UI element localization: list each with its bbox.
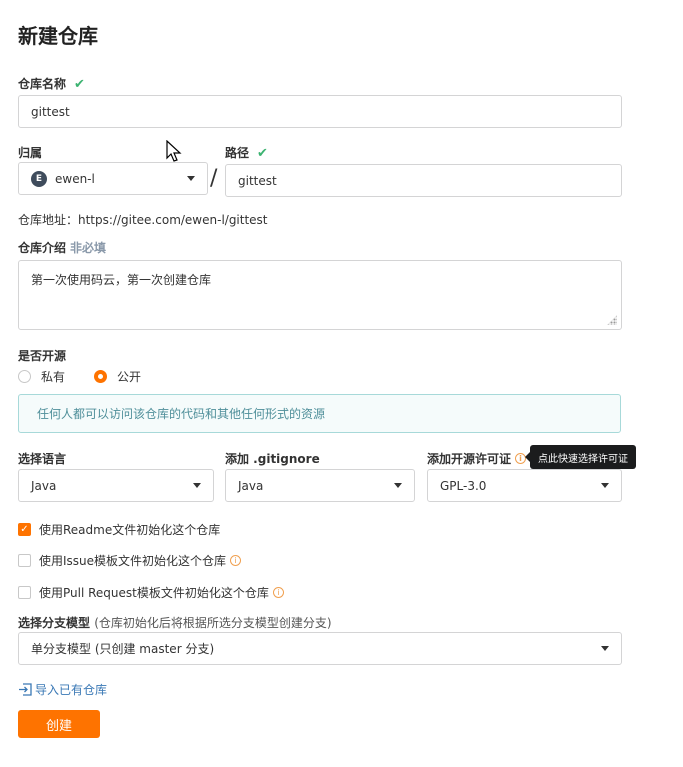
radio-private-label: 私有 [41,370,66,384]
issue-template-checkbox[interactable] [18,554,31,567]
info-circle-icon[interactable]: i [230,555,242,566]
visibility-info-box: 任何人都可以访问该仓库的代码和其他任何形式的资源 [18,394,621,433]
caret-down-icon [193,483,201,488]
branch-model-select[interactable]: 单分支模型 (只创建 master 分支) [18,632,622,665]
import-repo-link[interactable]: 导入已有仓库 [18,681,107,698]
license-tooltip: 点此快速选择许可证 [525,445,636,469]
issue-template-checkbox-row[interactable]: 使用Issue模板文件初始化这个仓库 i [18,552,242,569]
gitignore-select[interactable]: Java [225,469,415,502]
license-select[interactable]: GPL-3.0 [427,469,622,502]
readme-checkbox[interactable]: ✓ [18,523,31,536]
radio-public-label: 公开 [117,370,142,384]
license-tooltip-text: 点此快速选择许可证 [538,453,628,465]
radio-public[interactable]: 公开 [94,368,141,385]
repo-name-value: gittest [31,104,70,119]
owner-select[interactable]: E ewen-l [18,162,208,195]
description-value: 第一次使用码云，第一次创建仓库 [31,273,212,287]
license-value: GPL-3.0 [440,478,487,493]
owner-value: ewen-l [55,171,95,186]
description-label: 仓库介绍 [18,241,67,255]
caret-down-icon [394,483,402,488]
check-icon: ✔ [257,146,268,161]
language-value: Java [31,478,57,493]
avatar: E [31,170,47,187]
path-input[interactable]: gittest [225,164,622,197]
radio-private-indicator[interactable] [18,370,31,383]
caret-down-icon [187,176,195,181]
branch-model-label-row: 选择分支模型 (仓库初始化后将根据所选分支模型创建分支) [18,614,332,631]
optional-tag: 非必填 [70,241,107,255]
path-value: gittest [238,173,277,188]
gitignore-label: 添加 .gitignore [225,452,320,466]
caret-down-icon [601,483,609,488]
pr-template-checkbox[interactable] [18,586,31,599]
visibility-info-text: 任何人都可以访问该仓库的代码和其他任何形式的资源 [37,407,326,421]
readme-checkbox-row[interactable]: ✓ 使用Readme文件初始化这个仓库 [18,521,220,538]
repo-name-label-row: 仓库名称 ✔ [18,75,85,92]
license-label: 添加开源许可证 [427,452,512,466]
check-icon: ✔ [74,77,85,92]
resize-grip-icon[interactable] [607,315,617,325]
radio-public-indicator[interactable] [94,370,107,383]
branch-model-note: (仓库初始化后将根据所选分支模型创建分支) [94,616,332,630]
repo-name-label: 仓库名称 [18,77,67,91]
pr-template-checkbox-row[interactable]: 使用Pull Request模板文件初始化这个仓库 i [18,584,284,601]
mouse-pointer-icon [166,140,182,162]
branch-model-label: 选择分支模型 [18,616,91,630]
language-label: 选择语言 [18,452,67,466]
description-textarea[interactable]: 第一次使用码云，第一次创建仓库 [18,260,622,330]
readme-checkbox-label: 使用Readme文件初始化这个仓库 [39,523,221,537]
path-separator: / [210,166,218,191]
caret-down-icon [601,646,609,651]
gitignore-value: Java [238,478,264,493]
language-select[interactable]: Java [18,469,214,502]
issue-template-checkbox-label: 使用Issue模板文件初始化这个仓库 [39,554,227,568]
description-label-row: 仓库介绍 非必填 [18,239,106,256]
license-label-row: 添加开源许可证 i [427,450,527,467]
visibility-label: 是否开源 [18,349,67,363]
radio-private[interactable]: 私有 [18,368,65,385]
import-repo-label: 导入已有仓库 [35,683,108,697]
page-title: 新建仓库 [18,24,98,48]
path-label: 路径 [225,146,250,160]
repo-address: 仓库地址：https://gitee.com/ewen-l/gittest [18,213,268,227]
import-icon [19,683,32,696]
pr-template-checkbox-label: 使用Pull Request模板文件初始化这个仓库 [39,586,269,600]
branch-model-value: 单分支模型 (只创建 master 分支) [31,642,215,656]
owner-label: 归属 [18,146,43,160]
path-label-row: 路径 ✔ [225,144,268,161]
repo-name-input[interactable]: gittest [18,95,622,128]
info-circle-icon[interactable]: i [272,587,284,598]
create-button[interactable]: 创建 [18,710,100,738]
